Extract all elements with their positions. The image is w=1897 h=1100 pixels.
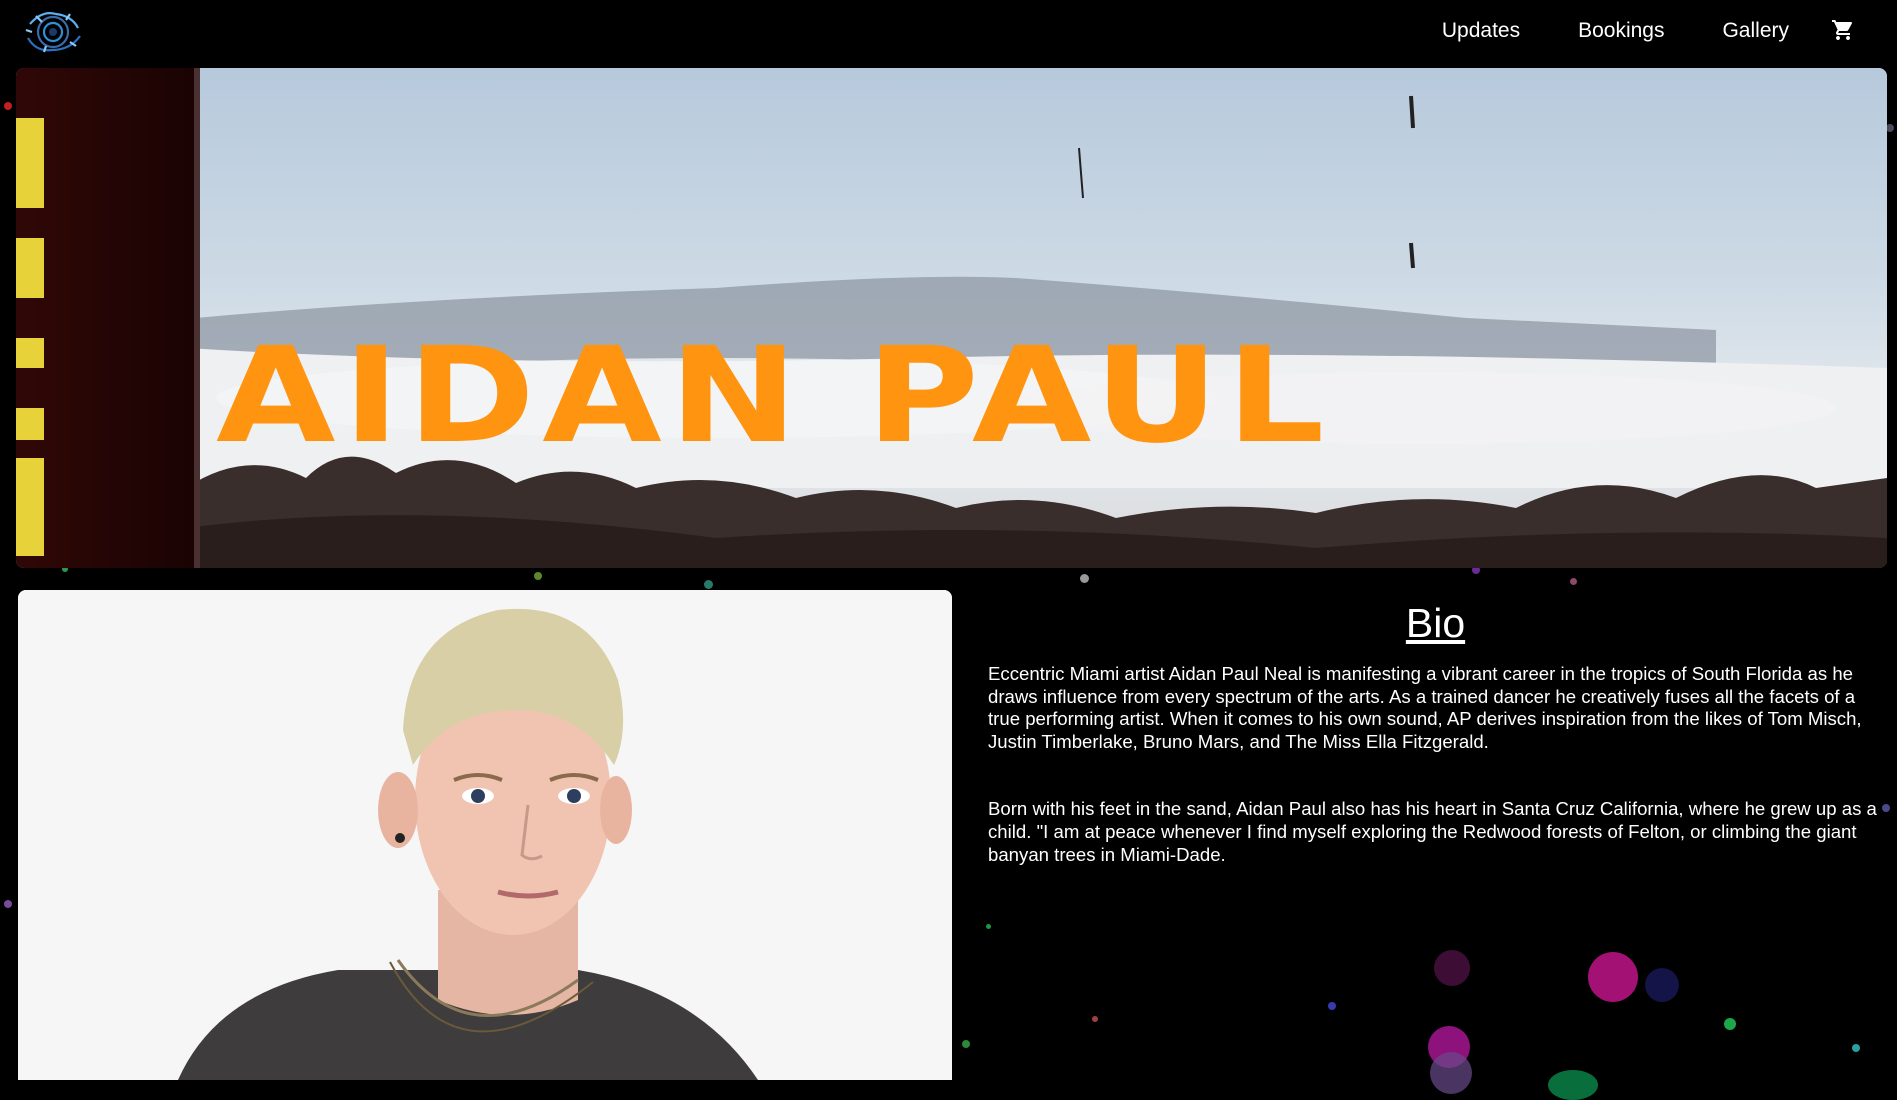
bokeh-dot xyxy=(1886,124,1894,132)
bokeh-dot xyxy=(4,900,12,908)
top-navigation: Updates Bookings Gallery xyxy=(0,0,1897,66)
bokeh-dot xyxy=(1434,950,1470,986)
bokeh-dot xyxy=(1882,804,1890,812)
shopping-cart-icon[interactable] xyxy=(1831,18,1857,44)
nav-link-updates[interactable]: Updates xyxy=(1442,19,1520,43)
swirl-logo-icon[interactable] xyxy=(22,6,84,56)
hero-title: AIDAN PAUL xyxy=(216,330,1887,462)
hero-banner: AIDAN PAUL xyxy=(16,68,1887,568)
nav-link-bookings[interactable]: Bookings xyxy=(1578,19,1664,43)
bokeh-dot xyxy=(1724,1018,1736,1030)
bio-paragraph-1: Eccentric Miami artist Aidan Paul Neal i… xyxy=(988,663,1883,753)
bokeh-dot xyxy=(1588,952,1638,1002)
nav-links: Updates Bookings Gallery xyxy=(1384,18,1857,44)
bokeh-dot xyxy=(1548,1070,1598,1100)
bokeh-dot xyxy=(534,572,542,580)
nav-link-gallery[interactable]: Gallery xyxy=(1722,19,1789,43)
bokeh-dot xyxy=(986,924,991,929)
bio-paragraph-2: Born with his feet in the sand, Aidan Pa… xyxy=(988,798,1883,866)
bio-heading: Bio xyxy=(988,600,1883,647)
bokeh-dot xyxy=(1430,1052,1472,1094)
bokeh-dot xyxy=(1080,574,1089,583)
bokeh-dot xyxy=(1092,1016,1098,1022)
bokeh-dot xyxy=(962,1040,970,1048)
portrait-illustration xyxy=(18,590,952,1080)
bokeh-dot xyxy=(1645,968,1679,1002)
bokeh-dot xyxy=(1852,1044,1860,1052)
artist-portrait-photo xyxy=(18,590,952,1080)
bokeh-dot xyxy=(1570,578,1577,585)
bokeh-dot xyxy=(704,580,713,589)
bokeh-dot xyxy=(1328,1002,1336,1010)
bokeh-dot xyxy=(4,102,12,110)
bokeh-dot xyxy=(1428,1026,1470,1068)
bio-section: Bio Eccentric Miami artist Aidan Paul Ne… xyxy=(988,600,1883,911)
hero-background-image xyxy=(16,68,1887,568)
